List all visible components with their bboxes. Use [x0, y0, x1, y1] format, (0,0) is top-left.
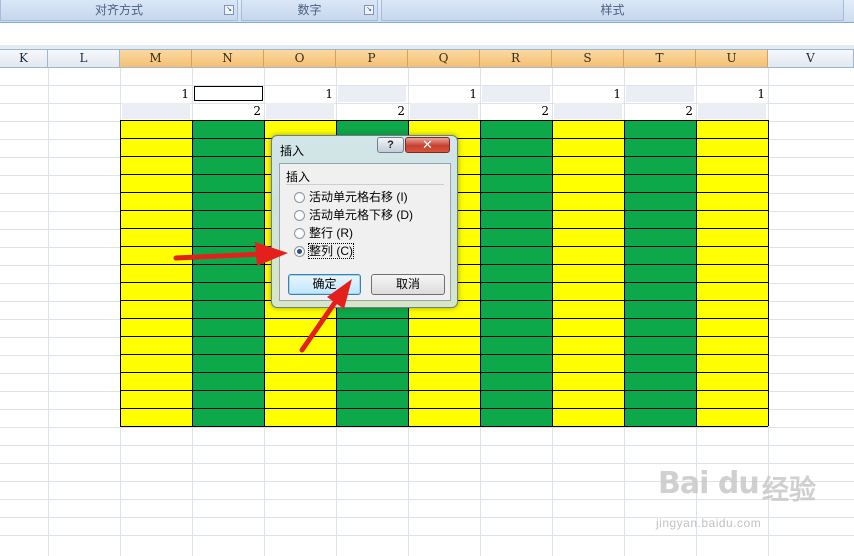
- cell-T1[interactable]: [626, 86, 694, 102]
- cell-S1[interactable]: 1: [552, 86, 624, 103]
- radio-selected-icon[interactable]: [294, 246, 305, 257]
- cell-N2[interactable]: 2: [192, 103, 264, 120]
- column-header-M[interactable]: M: [120, 50, 192, 68]
- cell-U2[interactable]: [698, 103, 766, 119]
- watermark-cn: 经验: [762, 475, 816, 505]
- radio-icon[interactable]: [294, 192, 305, 203]
- dialog-launcher-icon[interactable]: ↘: [364, 5, 374, 15]
- ribbon-group-strip: 对齐方式 ↘ 数字 ↘ 样式: [0, 0, 854, 23]
- column-header-R[interactable]: R: [480, 50, 552, 68]
- green-column-R[interactable]: [480, 120, 552, 426]
- cell-U1[interactable]: 1: [696, 86, 768, 103]
- cell-R2[interactable]: 2: [480, 103, 552, 120]
- ribbon-group-label: 对齐方式: [94, 3, 143, 17]
- range-row-border: [120, 390, 768, 391]
- range-column-border: [624, 120, 625, 426]
- range-column-border: [120, 120, 121, 426]
- close-button[interactable]: ✕: [405, 137, 450, 153]
- watermark-logo: Bai du: [658, 466, 760, 501]
- dialog-title: 插入: [280, 144, 305, 158]
- range-column-border: [768, 120, 769, 426]
- watermark-url: jingyan.baidu.com: [656, 516, 762, 530]
- cell-P1[interactable]: [338, 86, 406, 102]
- green-column-T[interactable]: [624, 120, 696, 426]
- range-row-border: [120, 408, 768, 409]
- ribbon-group-number[interactable]: 数字 ↘: [241, 0, 378, 21]
- yellow-column-S[interactable]: [552, 120, 624, 426]
- range-column-border: [264, 120, 265, 426]
- range-row-border: [120, 120, 768, 121]
- yellow-column-M[interactable]: [120, 120, 192, 426]
- range-column-border: [192, 120, 193, 426]
- yellow-column-U[interactable]: [696, 120, 768, 426]
- range-row-border: [120, 372, 768, 373]
- cell-Q2[interactable]: [410, 103, 478, 119]
- group-divider: [286, 184, 444, 185]
- ribbon-group-alignment[interactable]: 对齐方式 ↘: [0, 0, 238, 21]
- range-column-border: [480, 120, 481, 426]
- baidu-jingyan-watermark: Bai du 经验 jingyan.baidu.com: [656, 466, 826, 536]
- insert-dialog[interactable]: 插入 ? ✕ 插入 活动单元格右移 (I) 活动单元格下移 (D) 整行 (R)…: [271, 135, 458, 308]
- column-header-L[interactable]: L: [48, 50, 120, 68]
- group-label: 插入: [286, 170, 311, 184]
- green-column-N[interactable]: [192, 120, 264, 426]
- ok-button[interactable]: 确定: [288, 274, 361, 295]
- range-row-border: [120, 336, 768, 337]
- column-header-O[interactable]: O: [264, 50, 336, 68]
- option-label: 活动单元格下移 (D): [309, 208, 413, 222]
- help-button[interactable]: ?: [377, 137, 404, 153]
- dialog-body: 插入 活动单元格右移 (I) 活动单元格下移 (D) 整行 (R) 整列 (C)…: [279, 163, 451, 301]
- option-entire-column[interactable]: 整列 (C): [294, 243, 354, 260]
- option-label: 活动单元格右移 (I): [309, 190, 408, 204]
- range-row-border: [120, 318, 768, 319]
- cell-Q1[interactable]: 1: [408, 86, 480, 103]
- option-label: 整行 (R): [309, 226, 353, 240]
- cell-O2[interactable]: [266, 103, 334, 119]
- dialog-launcher-icon[interactable]: ↘: [224, 5, 234, 15]
- cell-O1[interactable]: 1: [264, 86, 336, 103]
- cell-S2[interactable]: [554, 103, 622, 119]
- range-row-border: [120, 354, 768, 355]
- column-header-V[interactable]: V: [768, 50, 854, 68]
- option-shift-down[interactable]: 活动单元格下移 (D): [294, 208, 413, 224]
- cancel-button[interactable]: 取消: [371, 274, 445, 295]
- column-header-S[interactable]: S: [552, 50, 624, 68]
- cell-M2[interactable]: [122, 103, 190, 119]
- formula-bar[interactable]: [0, 23, 854, 46]
- radio-icon[interactable]: [294, 228, 305, 239]
- column-header-P[interactable]: P: [336, 50, 408, 68]
- range-column-border: [696, 120, 697, 426]
- range-row-border: [120, 426, 768, 427]
- column-header-K[interactable]: K: [0, 50, 48, 68]
- ribbon-group-label: 样式: [600, 3, 625, 17]
- cell-R1[interactable]: [482, 86, 550, 102]
- column-header-N[interactable]: N: [192, 50, 264, 68]
- column-header-Q[interactable]: Q: [408, 50, 480, 68]
- option-entire-row[interactable]: 整行 (R): [294, 226, 353, 242]
- cell-T2[interactable]: 2: [624, 103, 696, 120]
- ribbon-group-styles[interactable]: 样式: [381, 0, 844, 21]
- column-header-U[interactable]: U: [696, 50, 768, 68]
- radio-icon[interactable]: [294, 210, 305, 221]
- option-shift-right[interactable]: 活动单元格右移 (I): [294, 190, 408, 206]
- option-label: 整列 (C): [308, 243, 354, 259]
- range-column-border: [552, 120, 553, 426]
- column-header-T[interactable]: T: [624, 50, 696, 68]
- cell-P2[interactable]: 2: [336, 103, 408, 120]
- cell-M1[interactable]: 1: [120, 86, 192, 103]
- active-cell-N1[interactable]: [194, 86, 263, 101]
- ribbon-group-label: 数字: [297, 3, 322, 17]
